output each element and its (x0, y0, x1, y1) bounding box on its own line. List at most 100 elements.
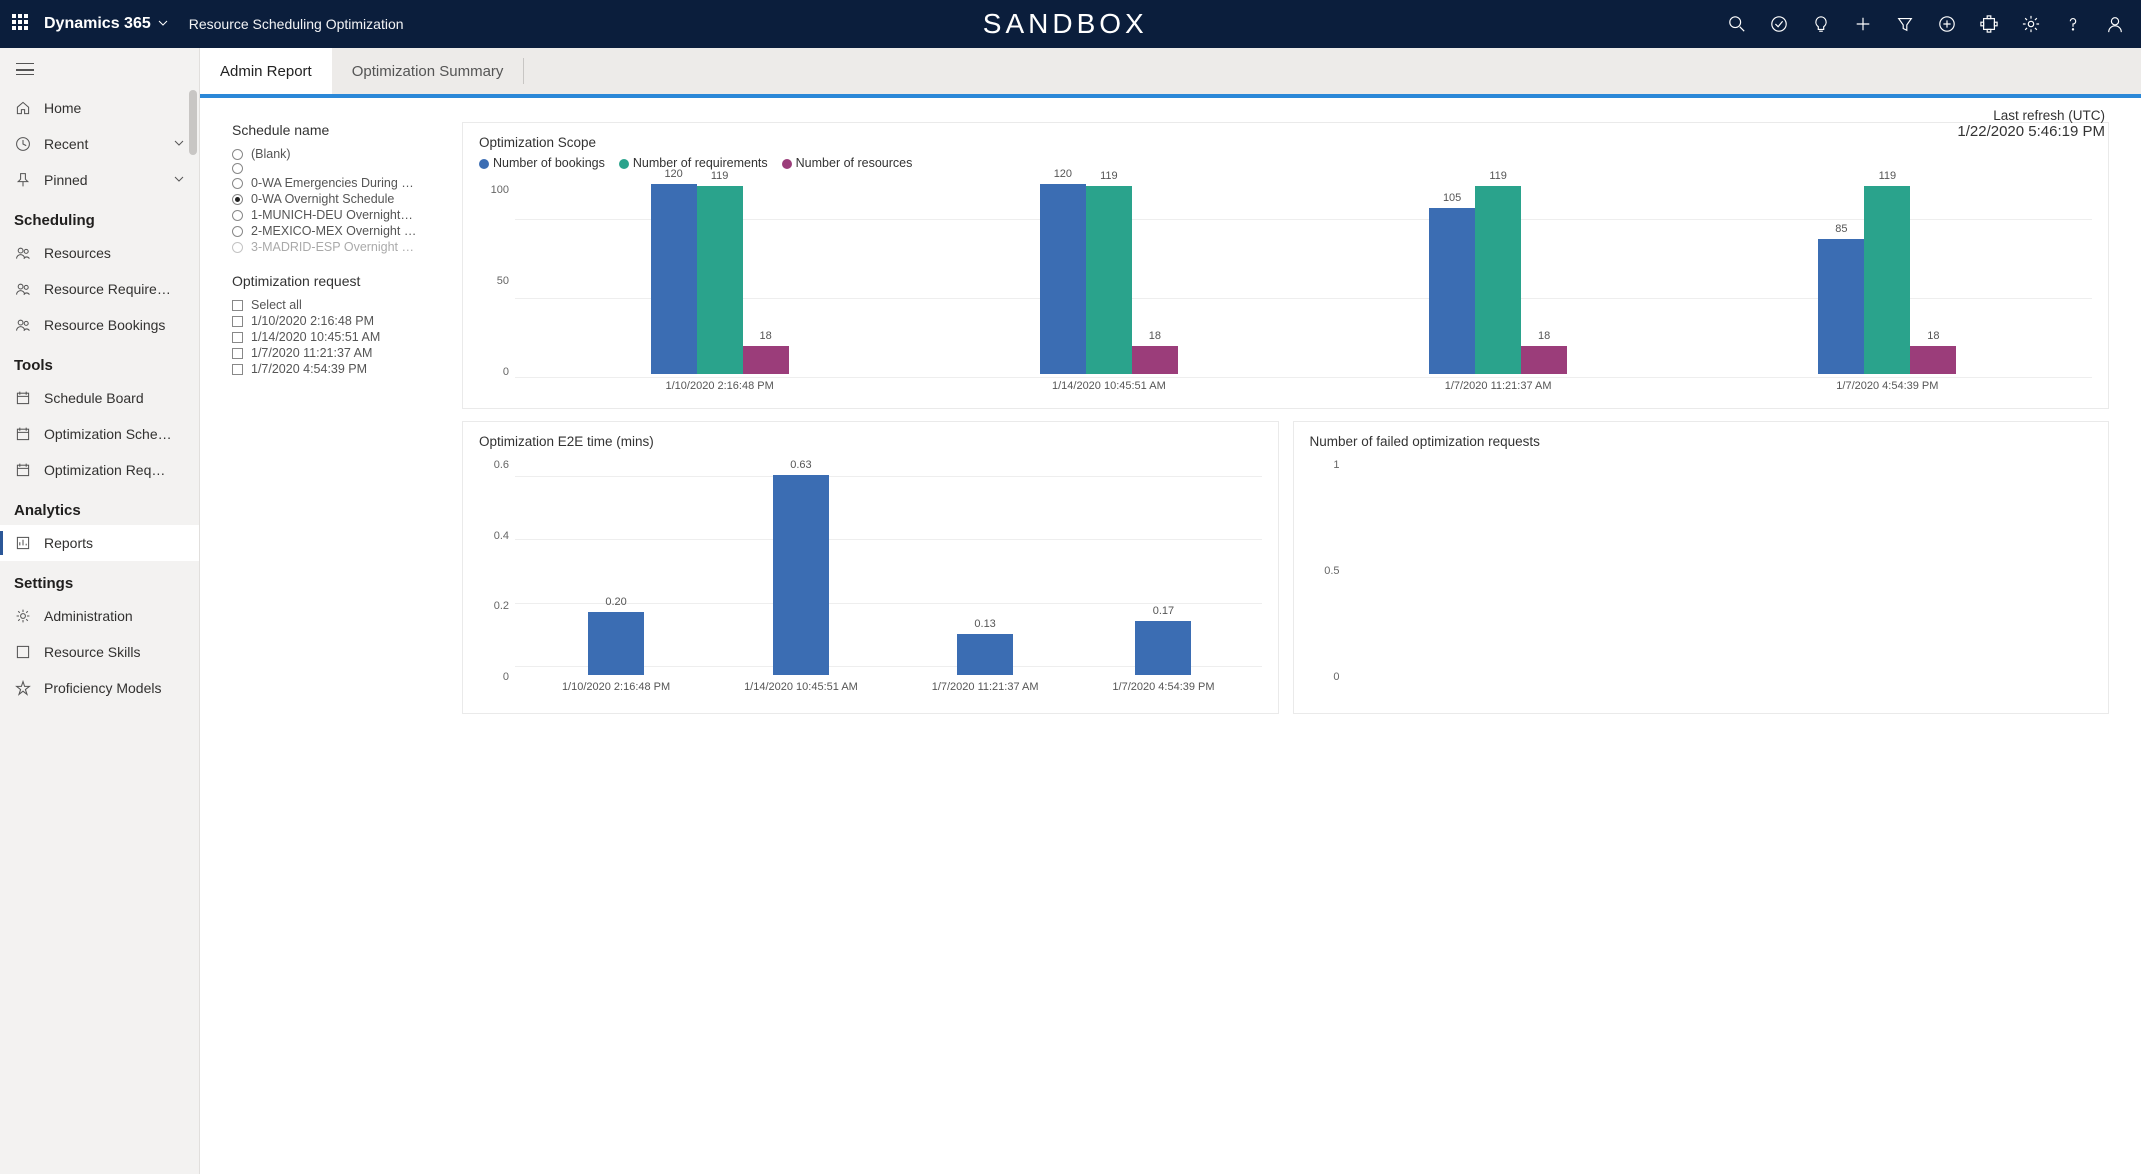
nav-home[interactable]: Home (0, 90, 199, 126)
bar-value-label: 120 (1040, 168, 1086, 180)
option-label: 0-WA Emergencies During … (251, 176, 414, 190)
option-label: 0-WA Overnight Schedule (251, 192, 394, 206)
task-icon[interactable] (1769, 14, 1789, 34)
nav-item[interactable]: Resource Require… (0, 271, 199, 307)
clock-icon (14, 135, 32, 153)
settings-icon[interactable] (2021, 14, 2041, 34)
brand-label[interactable]: Dynamics 365 (44, 15, 151, 33)
option-label: 1/7/2020 4:54:39 PM (251, 362, 367, 376)
bar: 18 (1132, 346, 1178, 375)
nav-label: Optimization Sche… (44, 426, 172, 442)
nav-recent[interactable]: Recent (0, 126, 199, 162)
pin-icon (14, 171, 32, 189)
radio-icon (232, 149, 243, 160)
nav-label: Resource Bookings (44, 317, 165, 333)
chart-plot: 120119181/10/2020 2:16:48 PM 120119181/14… (515, 180, 2092, 400)
sidebar: HomeRecentPinnedSchedulingResourcesResou… (0, 48, 200, 1174)
bar-value-label: 119 (697, 170, 743, 182)
nav-pinned[interactable]: Pinned (0, 162, 199, 198)
checkbox-icon (232, 300, 243, 311)
checkbox-icon (232, 348, 243, 359)
bar-group: 120119181/10/2020 2:16:48 PM (651, 184, 789, 392)
nav-item[interactable]: Resource Skills (0, 634, 199, 670)
bar: 119 (697, 186, 743, 374)
cal-icon (14, 389, 32, 407)
bar-group: 0.631/14/2020 10:45:51 AM (744, 475, 858, 693)
nav-section-analytics: Analytics (0, 488, 199, 525)
checkbox-option[interactable]: 1/7/2020 11:21:37 AM (232, 345, 442, 361)
nav-item[interactable]: Reports (0, 525, 199, 561)
nav-label: Reports (44, 535, 93, 551)
nav-item[interactable]: Administration (0, 598, 199, 634)
people-icon (14, 244, 32, 262)
search-icon[interactable] (1727, 14, 1747, 34)
bar-value-label: 0.17 (1135, 605, 1191, 617)
brand-dropdown-icon[interactable] (157, 16, 169, 32)
filter-schedule-name: Schedule name (Blank)0-WA Emergencies Du… (232, 122, 442, 255)
chevron-down-icon (173, 172, 185, 188)
nav-item[interactable]: Resources (0, 235, 199, 271)
nav-item[interactable]: Optimization Sche… (0, 416, 199, 452)
radio-option[interactable]: 3-MADRID-ESP Overnight … (232, 239, 442, 255)
bar-value-label: 18 (1132, 330, 1178, 342)
radio-option[interactable] (232, 162, 442, 175)
x-axis-label: 1/7/2020 11:21:37 AM (932, 681, 1039, 693)
bar-group: 0.131/7/2020 11:21:37 AM (932, 634, 1039, 693)
idea-icon[interactable] (1811, 14, 1831, 34)
nav-item[interactable]: Proficiency Models (0, 670, 199, 706)
sidebar-toggle[interactable] (0, 48, 199, 90)
nav-label: Resources (44, 245, 111, 261)
cal-icon (14, 425, 32, 443)
extension-icon[interactable] (1979, 14, 1999, 34)
app-launcher-icon[interactable] (12, 14, 32, 34)
nav-label: Recent (44, 136, 88, 152)
last-refresh: Last refresh (UTC) 1/22/2020 5:46:19 PM (1957, 108, 2105, 140)
top-bar: Dynamics 365 Resource Scheduling Optimiz… (0, 0, 2141, 48)
y-axis: 0.60.40.20 (479, 455, 515, 705)
radio-option[interactable]: 0-WA Emergencies During … (232, 175, 442, 191)
checkbox-icon (232, 364, 243, 375)
bar-group: 120119181/14/2020 10:45:51 AM (1040, 184, 1178, 392)
radio-icon (232, 194, 243, 205)
chart-failed-requests: Number of failed optimization requests 1… (1293, 421, 2110, 714)
checkbox-option[interactable]: 1/10/2020 2:16:48 PM (232, 313, 442, 329)
filter-icon[interactable] (1895, 14, 1915, 34)
bar-value-label: 0.20 (588, 596, 644, 608)
app-title: Resource Scheduling Optimization (189, 16, 404, 32)
nav-section-settings: Settings (0, 561, 199, 598)
radio-option[interactable]: 0-WA Overnight Schedule (232, 191, 442, 207)
nav-label: Schedule Board (44, 390, 144, 406)
checkbox-option[interactable]: Select all (232, 297, 442, 313)
checkbox-icon (232, 316, 243, 327)
option-label: Select all (251, 298, 302, 312)
tab-optimization-summary[interactable]: Optimization Summary (332, 48, 524, 94)
nav-item[interactable]: Schedule Board (0, 380, 199, 416)
nav-item[interactable]: Resource Bookings (0, 307, 199, 343)
x-axis-label: 1/7/2020 4:54:39 PM (1836, 380, 1938, 392)
radio-option[interactable]: 1-MUNICH-DEU Overnight… (232, 207, 442, 223)
nav-section-tools: Tools (0, 343, 199, 380)
nav-item[interactable]: Optimization Req… (0, 452, 199, 488)
checkbox-option[interactable]: 1/14/2020 10:45:51 AM (232, 329, 442, 345)
add-icon[interactable] (1853, 14, 1873, 34)
tab-admin-report[interactable]: Admin Report (200, 48, 332, 94)
bar: 0.17 (1135, 621, 1191, 675)
radio-option[interactable]: (Blank) (232, 146, 442, 162)
add-circle-icon[interactable] (1937, 14, 1957, 34)
user-icon[interactable] (2105, 14, 2125, 34)
radio-icon (232, 178, 243, 189)
nav-label: Home (44, 100, 81, 116)
checkbox-option[interactable]: 1/7/2020 4:54:39 PM (232, 361, 442, 377)
help-icon[interactable] (2063, 14, 2083, 34)
charts-panel: Optimization Scope Number of bookingsNum… (462, 122, 2109, 714)
bar-group: 0.201/10/2020 2:16:48 PM (562, 612, 670, 693)
sidebar-scrollbar[interactable] (189, 90, 197, 1174)
bar: 18 (1910, 346, 1956, 375)
report-tabs: Admin Report Optimization Summary (200, 48, 2141, 94)
bar: 105 (1429, 208, 1475, 374)
bar: 120 (651, 184, 697, 374)
bar-value-label: 119 (1864, 170, 1910, 182)
option-label: 1/10/2020 2:16:48 PM (251, 314, 374, 328)
radio-option[interactable]: 2-MEXICO-MEX Overnight … (232, 223, 442, 239)
star-icon (14, 679, 32, 697)
